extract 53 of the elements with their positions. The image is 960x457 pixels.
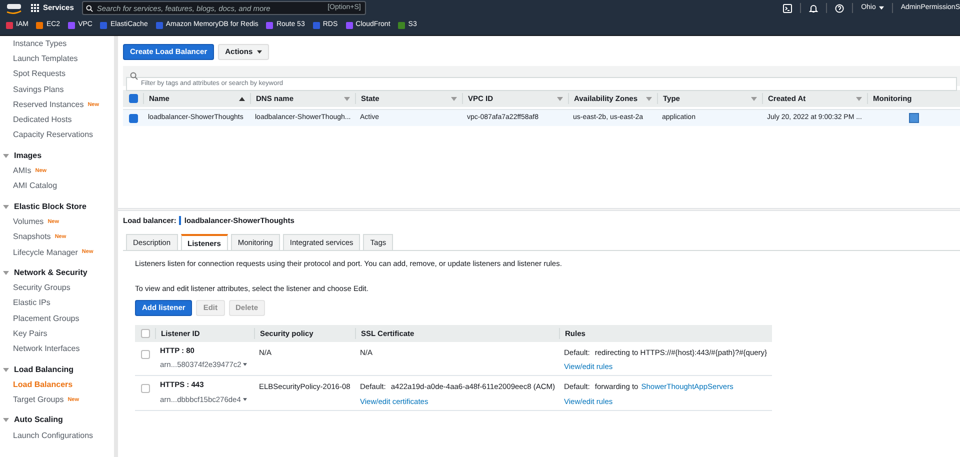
- section-header[interactable]: Elastic Block Store: [0, 198, 114, 214]
- search-icon: [86, 4, 93, 12]
- sidebar-item[interactable]: Security Groups: [13, 282, 70, 294]
- sidebar-item[interactable]: Instance Types: [13, 38, 67, 50]
- sidebar-item[interactable]: Capacity Reservations: [13, 129, 94, 142]
- bell-icon[interactable]: [809, 4, 818, 12]
- sort-caret-icon: [557, 96, 563, 100]
- sort-caret-icon: [239, 96, 245, 100]
- checkbox[interactable]: [128, 94, 138, 103]
- expand-caret-icon: [3, 154, 9, 158]
- sidebar-item[interactable]: Key Pairs: [13, 328, 48, 340]
- aws-logo-icon[interactable]: [5, 2, 23, 14]
- sidebar-item[interactable]: Volumes: [13, 216, 44, 228]
- sidebar-item[interactable]: Launch Configurations: [13, 430, 94, 442]
- sidebar-item[interactable]: Dedicated Hosts: [13, 114, 72, 126]
- section-header[interactable]: Auto Scaling: [0, 412, 114, 428]
- sidebar-item[interactable]: Elastic IPs: [13, 297, 50, 310]
- sidebar-item[interactable]: Launch Templates: [13, 52, 78, 65]
- section-header[interactable]: Load Balancing: [0, 362, 114, 378]
- checkbox[interactable]: [140, 328, 150, 338]
- dropdown-caret-icon[interactable]: [243, 363, 248, 366]
- sort-caret-icon: [751, 96, 757, 100]
- sidebar-item[interactable]: Network Interfaces: [13, 343, 80, 356]
- expand-caret-icon: [3, 418, 9, 422]
- sidebar-item[interactable]: Snapshots: [13, 231, 51, 244]
- sort-caret-icon: [451, 96, 457, 100]
- sidebar-item[interactable]: Placement Groups: [13, 312, 80, 325]
- sidebar-item[interactable]: AMIs: [13, 165, 32, 178]
- dropdown-caret-icon: [256, 50, 262, 54]
- terminal-icon[interactable]: [783, 4, 792, 12]
- sidebar-item[interactable]: Lifecycle Manager: [13, 246, 78, 258]
- monitoring-chart-icon[interactable]: [908, 113, 918, 123]
- sidebar-item[interactable]: AMI Catalog: [13, 180, 58, 192]
- checkbox[interactable]: [128, 114, 138, 122]
- section-header[interactable]: Network & Security: [0, 265, 114, 280]
- sidebar-item[interactable]: Spot Requests: [13, 68, 66, 80]
- sidebar-item[interactable]: Reserved Instances: [13, 98, 84, 111]
- grid-icon: [31, 4, 39, 12]
- expand-caret-icon: [3, 270, 9, 275]
- section-header[interactable]: Images: [0, 148, 114, 164]
- sort-caret-icon: [856, 96, 862, 100]
- sidebar-item[interactable]: Savings Plans: [13, 84, 64, 96]
- expand-caret-icon: [3, 204, 9, 209]
- sort-caret-icon: [646, 96, 652, 100]
- checkbox[interactable]: [140, 350, 150, 359]
- checkbox[interactable]: [140, 384, 150, 394]
- help-icon[interactable]: [835, 4, 844, 12]
- sidebar-item[interactable]: Target Groups: [13, 394, 64, 406]
- dropdown-caret-icon[interactable]: [242, 398, 247, 401]
- dropdown-caret-icon: [878, 6, 884, 10]
- search-icon: [130, 72, 138, 80]
- expand-caret-icon: [3, 368, 9, 372]
- sort-caret-icon: [344, 96, 350, 100]
